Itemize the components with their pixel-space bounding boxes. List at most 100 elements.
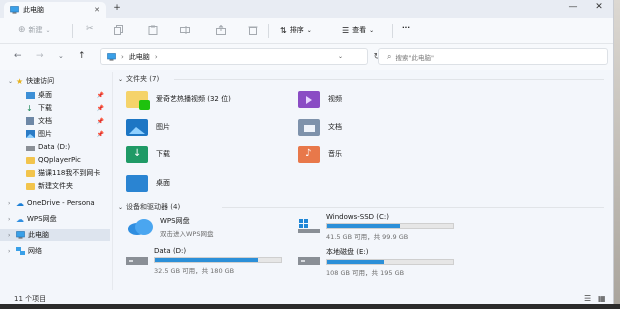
wps-drive-item[interactable]: WPS网盘 双击进入WPS网盘 xyxy=(126,216,213,238)
drive-item-e[interactable]: 本地磁盘 (E:) 108 GB 可用，共 195 GB xyxy=(298,247,454,277)
close-window-button[interactable]: ✕ xyxy=(592,2,606,12)
folder-item-label: 音乐 xyxy=(328,150,342,158)
drive-item-d[interactable]: Data (D:) 32.5 GB 可用，共 180 GB xyxy=(126,247,282,275)
share-icon[interactable] xyxy=(216,25,226,35)
downloads-folder-icon: ↓ xyxy=(126,145,148,163)
sidebar-item-label: 桌面 xyxy=(38,91,52,99)
drive-name: WPS网盘 xyxy=(160,217,190,225)
group-title: 文件夹 (7) xyxy=(126,75,160,83)
view-button[interactable]: ☰ 查看 ⌄ xyxy=(342,25,374,35)
new-button[interactable]: ⊕ 新建 ⌄ xyxy=(18,25,51,35)
sort-icon: ⇅ xyxy=(280,25,287,35)
tab-this-pc[interactable]: 此电脑 ✕ xyxy=(4,2,106,18)
close-tab-icon[interactable]: ✕ xyxy=(94,6,100,14)
chevron-down-icon: ⌄ xyxy=(369,26,375,34)
cut-icon[interactable]: ✂ xyxy=(86,24,94,34)
sidebar-item-downloads[interactable]: ↓ 下载 📌 xyxy=(0,102,110,114)
sidebar-onedrive[interactable]: › ☁ OneDrive - Persona xyxy=(0,197,110,209)
star-icon: ★ xyxy=(16,76,24,86)
sidebar-item-label: 文档 xyxy=(38,117,52,125)
group-divider xyxy=(222,207,604,208)
search-icon: ⌕ xyxy=(387,51,392,61)
chevron-right-icon: › xyxy=(8,215,11,223)
paste-icon[interactable] xyxy=(148,25,158,35)
back-arrow-icon[interactable]: ← xyxy=(14,51,22,61)
more-options-button[interactable]: ··· xyxy=(402,24,410,32)
address-dropdown-icon[interactable]: ⌄ xyxy=(338,53,343,60)
folder-item-pictures[interactable]: 图片 xyxy=(126,117,170,137)
search-input[interactable]: ⌕ 搜索"此电脑" xyxy=(378,48,608,65)
folders-group-header[interactable]: ⌄ 文件夹 (7) xyxy=(118,74,159,84)
drive-usage-fill xyxy=(155,258,259,262)
address-bar[interactable]: › 此电脑 › ⌄ ↻ xyxy=(100,48,381,65)
sidebar-item-label: 网络 xyxy=(28,247,42,255)
desktop-icon xyxy=(26,91,35,99)
divider xyxy=(72,24,73,38)
forward-arrow-icon[interactable]: → xyxy=(36,51,44,61)
content-pane: ⌄ 文件夹 (7) 爱奇艺热播视频 (32 位) 视频 图片 文档 ↓ 下载 ♪… xyxy=(114,72,610,290)
picture-icon xyxy=(26,130,35,138)
copy-icon[interactable] xyxy=(114,25,124,35)
sidebar-item-label: 下载 xyxy=(38,104,52,112)
drive-usage-bar xyxy=(326,259,454,265)
breadcrumb-separator: › xyxy=(154,52,158,61)
folder-item-label: 爱奇艺热播视频 (32 位) xyxy=(156,95,231,103)
delete-icon[interactable] xyxy=(248,25,258,35)
drives-group-header[interactable]: ⌄ 设备和驱动器 (4) xyxy=(118,202,180,212)
sidebar-item-pictures[interactable]: 图片 📌 xyxy=(0,128,110,140)
details-view-icon[interactable]: ☰ xyxy=(584,294,591,303)
chevron-down-icon: ⌄ xyxy=(45,26,51,34)
sidebar-wps[interactable]: › ☁ WPS网盘 xyxy=(0,213,110,225)
sidebar-item-folder[interactable]: 猫课118我不到网卡 xyxy=(0,167,110,179)
sidebar-item-data-d[interactable]: Data (D:) xyxy=(0,141,110,153)
pin-icon: 📌 xyxy=(96,91,104,99)
folder-item-downloads[interactable]: ↓ 下载 xyxy=(126,144,170,164)
sidebar-item-qqplayerpic[interactable]: QQplayerPic xyxy=(0,154,110,166)
up-arrow-icon[interactable]: ↑ xyxy=(78,51,86,61)
sort-button[interactable]: ⇅ 排序 ⌄ xyxy=(280,25,312,35)
chevron-down-icon: ⌄ xyxy=(8,77,14,85)
sidebar-item-documents[interactable]: 文档 📌 xyxy=(0,115,110,127)
minimize-button[interactable]: — xyxy=(566,2,580,12)
folder-item-label: 图片 xyxy=(156,123,170,131)
sidebar-item-new-folder[interactable]: 新建文件夹 xyxy=(0,180,110,192)
new-label: 新建 xyxy=(28,26,43,34)
documents-folder-icon xyxy=(298,118,320,136)
drive-free-space: 108 GB 可用，共 195 GB xyxy=(326,269,405,277)
sidebar-item-desktop[interactable]: 桌面 📌 xyxy=(0,89,110,101)
view-label: 查看 xyxy=(352,26,367,34)
tab-title: 此电脑 xyxy=(23,6,44,14)
drive-subtitle: 双击进入WPS网盘 xyxy=(160,230,214,238)
drive-icon xyxy=(26,145,35,151)
rename-icon[interactable] xyxy=(180,25,190,35)
plus-circle-icon: ⊕ xyxy=(18,25,26,35)
folder-item-iqiyi[interactable]: 爱奇艺热播视频 (32 位) xyxy=(126,89,231,110)
pane-splitter[interactable] xyxy=(112,72,113,290)
breadcrumb-this-pc[interactable]: 此电脑 xyxy=(129,52,150,62)
desktop-background xyxy=(614,0,620,309)
folder-item-videos[interactable]: 视频 xyxy=(298,89,342,109)
file-explorer-window: 此电脑 ✕ + — ✕ ⊕ 新建 ⌄ ✂ ⇅ 排序 ⌄ ☰ 查看 ⌄ ··· ←… xyxy=(0,0,614,309)
drive-icon xyxy=(126,257,148,265)
sort-label: 排序 xyxy=(289,26,304,34)
sidebar-this-pc[interactable]: › 此电脑 xyxy=(0,229,110,241)
folder-icon xyxy=(26,182,35,190)
new-tab-button[interactable]: + xyxy=(110,3,124,13)
sidebar-network[interactable]: › 网络 xyxy=(0,245,110,257)
folder-item-documents[interactable]: 文档 xyxy=(298,117,342,137)
folder-item-label: 视频 xyxy=(328,95,342,103)
recent-chevron-icon[interactable]: ⌄ xyxy=(58,52,64,60)
folder-item-desktop[interactable]: 桌面 xyxy=(126,173,170,193)
folder-item-music[interactable]: ♪ 音乐 xyxy=(298,144,342,164)
sidebar-item-label: WPS网盘 xyxy=(27,215,57,223)
drive-free-space: 41.5 GB 可用，共 99.9 GB xyxy=(326,233,409,241)
sidebar-item-label: Data (D:) xyxy=(38,143,71,151)
network-icon xyxy=(16,247,25,255)
sidebar-quick-access[interactable]: ⌄ ★ 快速访问 xyxy=(0,75,110,87)
drive-free-space: 32.5 GB 可用，共 180 GB xyxy=(154,267,235,275)
navigation-bar: ← → ⌄ ↑ › 此电脑 › ⌄ ↻ ⌕ 搜索"此电脑" xyxy=(0,44,613,70)
drive-icon xyxy=(298,257,320,265)
drive-item-c[interactable]: Windows-SSD (C:) 41.5 GB 可用，共 99.9 GB xyxy=(298,213,454,241)
tiles-view-icon[interactable]: ▦ xyxy=(598,294,606,303)
drive-usage-fill xyxy=(327,224,401,228)
